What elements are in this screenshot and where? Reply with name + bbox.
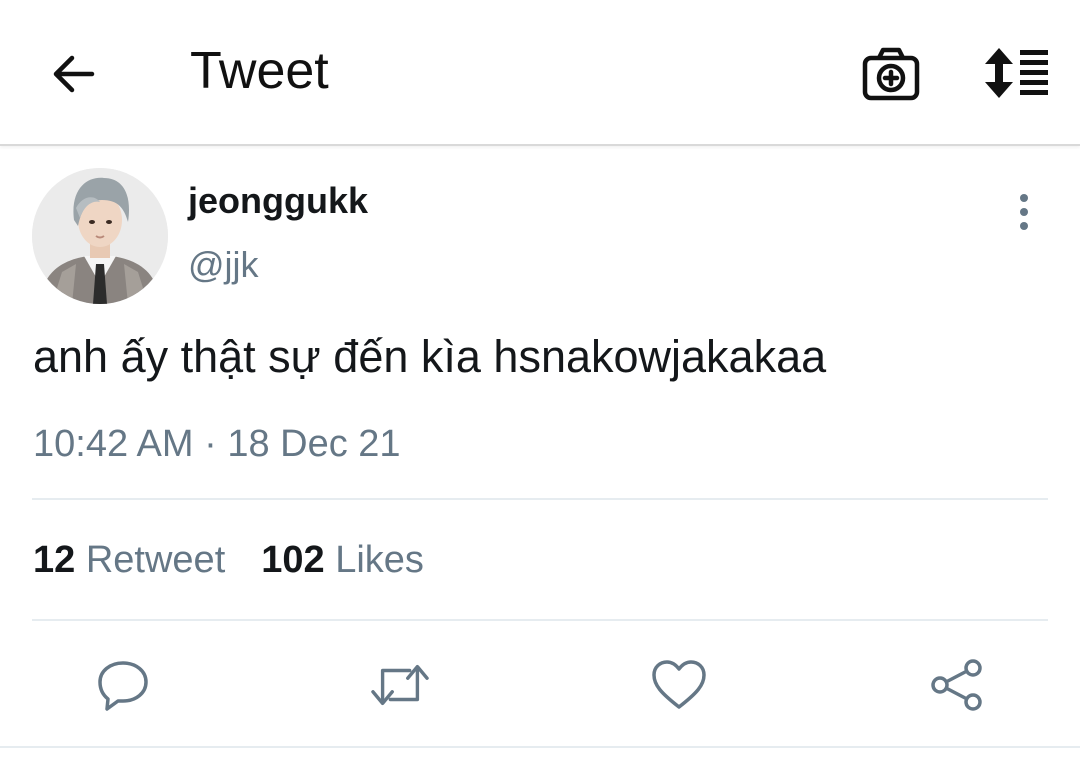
top-app-bar: Tweet [0,0,1080,146]
page-title: Tweet [190,42,329,100]
tweet-timestamp: 10:42 AM · 18 Dec 21 [33,423,401,465]
divider [0,746,1080,748]
display-name[interactable]: jeonggukk [188,178,368,224]
retweet-button[interactable] [371,656,429,714]
sort-button[interactable] [982,46,1052,100]
heart-icon [652,660,706,709]
user-handle[interactable]: @jjk [188,242,259,288]
divider [32,498,1048,500]
camera-plus-icon [862,47,920,101]
likes-label: Likes [335,539,424,581]
divider [32,619,1048,621]
sort-list-icon [985,48,1048,98]
arrow-left-icon [53,55,95,93]
tweet-stats: 12 Retweet 102 Likes [33,536,424,584]
likes-count: 102 [261,539,325,581]
camera-button[interactable] [861,44,921,104]
more-vertical-icon [1020,194,1028,230]
avatar[interactable] [32,168,168,304]
retweet-icon [371,664,429,706]
more-options-button[interactable] [1004,190,1044,234]
reply-button[interactable] [94,656,152,714]
likes-stat[interactable]: 102 Likes [261,539,424,581]
profile-photo [32,168,168,304]
tweet-text: anh ấy thật sự đến kìa hsnakowjakakaa [33,331,827,382]
share-button[interactable] [928,656,986,714]
retweet-stat[interactable]: 12 Retweet [33,539,225,581]
retweet-count: 12 [33,539,76,581]
reply-icon [98,661,148,711]
back-button[interactable] [48,48,100,100]
share-icon [931,659,982,711]
retweet-label: Retweet [85,539,226,581]
like-button[interactable] [650,656,708,714]
